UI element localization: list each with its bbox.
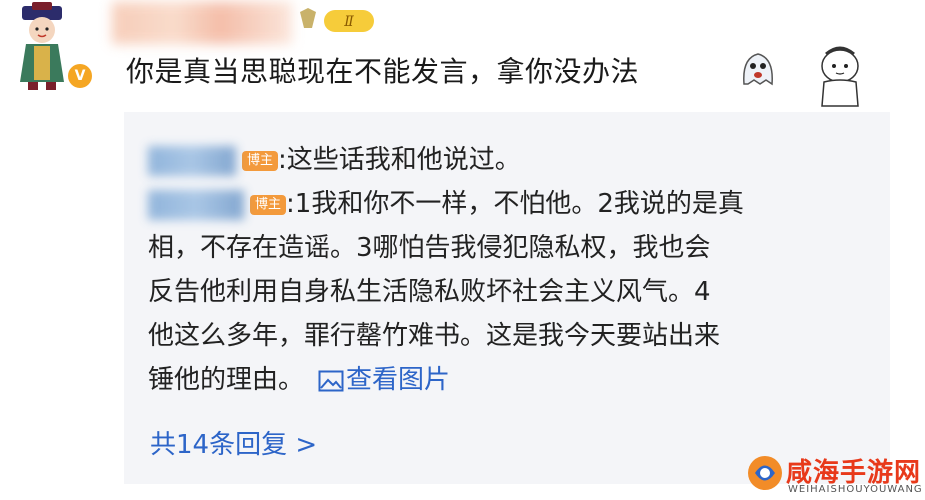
- blurred-username[interactable]: [112, 2, 292, 44]
- blurred-reply-username[interactable]: [148, 189, 244, 220]
- watermark-subtitle: WEIHAISHOUYOUWANG: [788, 484, 923, 495]
- watermark-logo-icon: [748, 456, 782, 490]
- reply-item: 博主:1我和你不一样，不怕他。2我说的是真 相，不存在造谣。3哪怕告我侵犯隐私权…: [148, 182, 868, 402]
- reply-line: 反告他利用自身私生活隐私败坏社会主义风气。4: [148, 277, 711, 307]
- reply-line: 锤他的理由。: [148, 365, 305, 395]
- reply-line: 相，不存在造谣。3哪怕告我侵犯隐私权，我也会: [148, 233, 711, 263]
- image-icon[interactable]: [318, 370, 344, 392]
- view-image-link[interactable]: 查看图片: [346, 365, 450, 395]
- reply-item: 博主:这些话我和他说过。: [148, 138, 521, 182]
- blurred-reply-username[interactable]: [148, 145, 236, 176]
- owner-tag: 博主: [242, 150, 279, 171]
- scared-ghost-emoji-icon: [743, 53, 773, 86]
- reply-section: 博主:这些话我和他说过。 博主:1我和你不一样，不怕他。2我说的是真 相，不存在…: [124, 112, 890, 484]
- reply-line: 他这么多年，罪行罄竹难书。这是我今天要站出来: [148, 321, 721, 351]
- reply-text: :这些话我和他说过。: [278, 145, 521, 175]
- decorative-sticker-icon: [821, 46, 859, 107]
- verified-badge: V: [66, 62, 94, 90]
- level-badge-icon: Ⅱ: [300, 8, 374, 32]
- comment-text: 你是真当思聪现在不能发言，拿你没办法: [126, 55, 640, 88]
- level-badge-text: Ⅱ: [343, 14, 354, 30]
- owner-tag: 博主: [250, 194, 287, 215]
- site-watermark: 咸海手游网 WEIHAISHOUYOUWANG: [746, 452, 922, 498]
- reply-line: :1我和你不一样，不怕他。2我说的是真: [286, 189, 744, 219]
- more-replies-link[interactable]: 共14条回复 >: [150, 424, 317, 461]
